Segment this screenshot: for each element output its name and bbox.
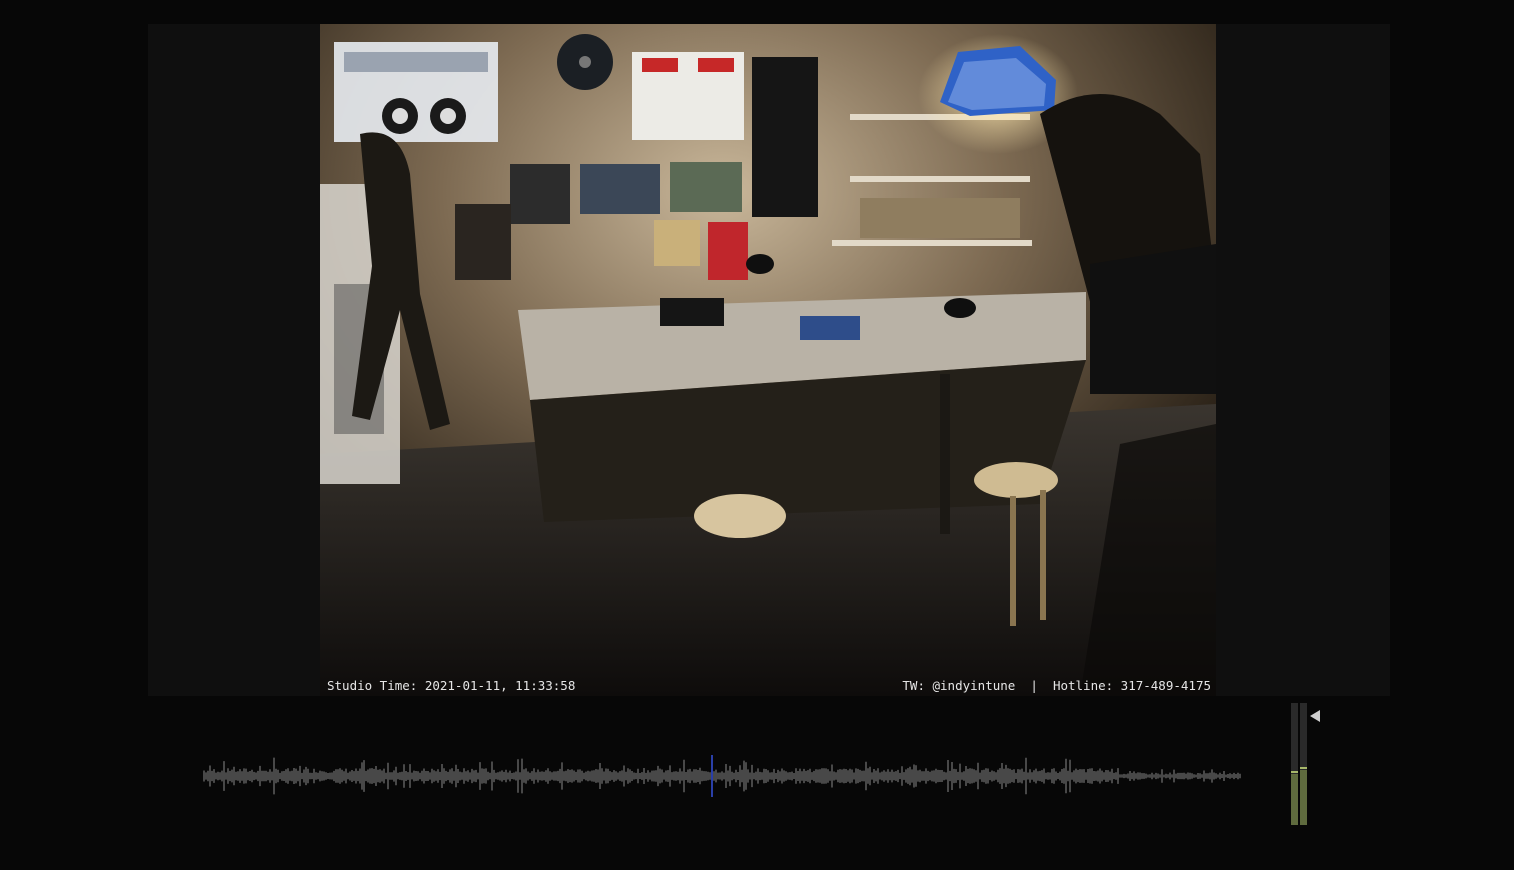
- meter-left-fill: [1291, 774, 1298, 825]
- player-stage: Studio Time: 2021-01-11, 11:33:58 TW: @i…: [0, 0, 1514, 870]
- studio-time-label: Studio Time: 2021-01-11, 11:33:58: [327, 678, 576, 693]
- webcam-video-frame[interactable]: [320, 24, 1216, 696]
- meter-right-peak: [1300, 767, 1307, 769]
- twitter-handle: TW: @indyintune: [902, 678, 1016, 693]
- contact-info: TW: @indyintune | Hotline: 317-489-4175: [902, 678, 1211, 694]
- triangle-left-icon[interactable]: [1309, 709, 1321, 723]
- studio-scene-image: [320, 24, 1216, 696]
- hotline-number: Hotline: 317-489-4175: [1052, 678, 1211, 693]
- audio-waveform[interactable]: [200, 755, 1245, 797]
- volume-level-meter: [1291, 703, 1307, 825]
- separator: |: [1030, 678, 1038, 693]
- meter-right-fill: [1300, 770, 1307, 825]
- meter-left-peak: [1291, 771, 1298, 773]
